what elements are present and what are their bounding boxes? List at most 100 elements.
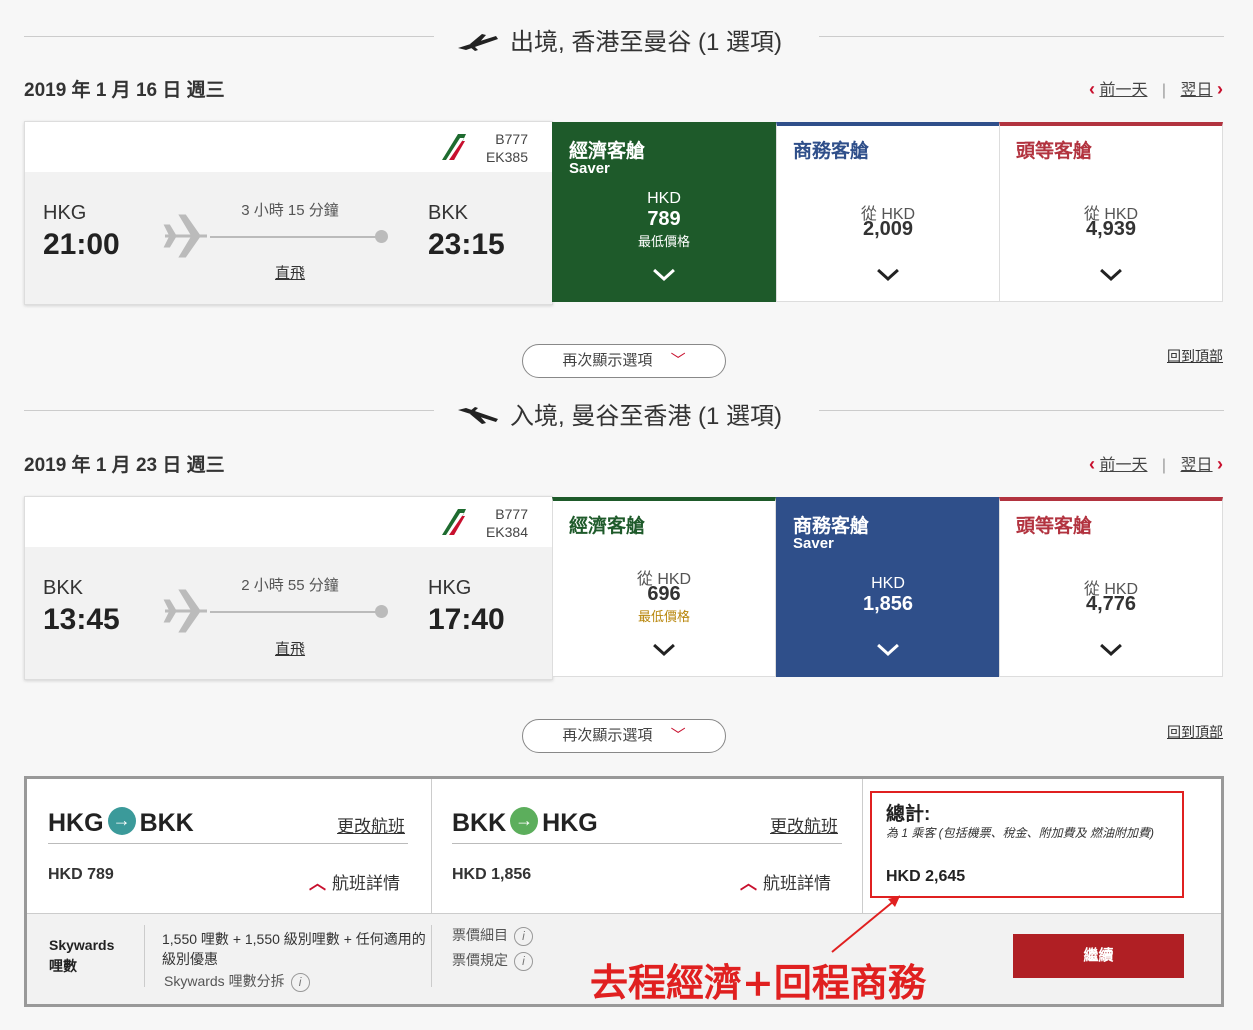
lowest-price-note: 最低價格 (637, 234, 690, 249)
chevron-left-icon[interactable]: ‹ (1089, 79, 1095, 99)
outbound-next-day-link[interactable]: 翌日 (1181, 82, 1213, 99)
chevron-left-icon[interactable]: ‹ (1089, 454, 1095, 474)
divider (48, 843, 408, 844)
inbound-next-day-link[interactable]: 翌日 (1181, 457, 1213, 474)
summary-inbound-pane: BKKHKG 更改航班 HKD 1,856 ︿航班詳情 (432, 779, 862, 913)
chevron-up-icon: ︿ (740, 874, 757, 893)
chevron-right-icon[interactable]: › (1217, 79, 1223, 99)
fare-class-label: 經濟客艙 (569, 516, 646, 537)
outbound-show-more-button[interactable]: 再次顯示選項 ﹀ (522, 344, 726, 378)
destination-code: HKG (428, 577, 472, 599)
inbound-heading: 入境, 曼谷至香港 (1 選項) (510, 403, 783, 430)
divider (144, 925, 145, 987)
destination-code: BKK (428, 202, 469, 224)
departure-time: 21:00 (43, 228, 120, 261)
chevron-down-icon (653, 643, 675, 656)
skywards-miles-text: 1,550 哩數 + 1,550 級別哩數 + 任何適用的級別優惠 (162, 931, 426, 967)
info-icon[interactable]: i (290, 973, 310, 992)
fare-breakdown-link[interactable]: 票價細目 i (452, 925, 533, 946)
divider (819, 36, 1224, 37)
plane-icon (163, 589, 207, 633)
annotation-text: 去程經濟+回程商務 (590, 960, 926, 1005)
fare-class-label: 商務客艙 (793, 516, 870, 537)
skywards-breakdown: Skywards 哩數分拆 i (164, 971, 310, 992)
divider (431, 925, 432, 987)
aircraft-type: B777 (495, 506, 528, 522)
lowest-price-note: 最低價格 (637, 609, 690, 624)
divider (452, 843, 842, 844)
outbound-business-fare[interactable]: 商務客艙 從 HKD 2,009 (776, 122, 1000, 302)
total-note: 為 1 乘客 (包括機票、稅金、附加費及 燃油附加費) (886, 826, 1155, 840)
chevron-down-icon (653, 268, 675, 281)
info-icon[interactable]: i (514, 952, 533, 971)
inbound-flight-card: B777 EK384 BKK 13:45 2 小時 55 分鐘 直飛 HKG 1… (24, 496, 553, 680)
chevron-down-icon: ﹀ (670, 727, 686, 744)
route-line (210, 611, 378, 613)
inbound-section-title: 入境, 曼谷至香港 (1 選項) (24, 396, 1224, 430)
route-line (210, 236, 378, 238)
inbound-first-fare[interactable]: 頭等客艙 從 HKD 4,776 (999, 497, 1223, 677)
outbound-prev-day-link[interactable]: 前一天 (1099, 82, 1147, 99)
flight-number: EK384 (485, 524, 528, 540)
fare-rules-link[interactable]: 票價規定 i (452, 950, 533, 971)
outbound-flight-details-toggle[interactable]: ︿ 航班詳情 (309, 869, 400, 894)
arrival-time: 17:40 (428, 603, 505, 636)
direct-flight-link[interactable]: 直飛 (275, 638, 305, 659)
outbound-day-nav: ‹ 前一天 | 翌日 › (1089, 79, 1223, 99)
inbound-flight-details-toggle[interactable]: ︿ 航班詳情 (740, 869, 831, 894)
departure-time: 13:45 (43, 603, 120, 636)
flight-duration: 2 小時 55 分鐘 (241, 577, 339, 594)
direct-flight-link[interactable]: 直飛 (275, 262, 305, 283)
outbound-first-fare[interactable]: 頭等客艙 從 HKD 4,939 (999, 122, 1223, 302)
summary-inbound-route: BKKHKG (452, 807, 598, 838)
landing-plane-icon (458, 407, 498, 424)
fare-currency: HKD (871, 575, 905, 592)
origin-code: BKK (43, 577, 84, 599)
fare-price: 4,776 (1085, 593, 1137, 615)
fare-price: 696 (647, 583, 681, 605)
chevron-down-icon (1100, 268, 1122, 281)
inbound-back-to-top-link[interactable]: 回到頂部 (1167, 722, 1223, 742)
route-end-dot (375, 230, 388, 243)
chevron-down-icon: ﹀ (670, 352, 686, 369)
fare-price: 1,856 (862, 593, 914, 615)
total-price: HKD 2,645 (886, 868, 966, 885)
fare-price: 2,009 (862, 218, 914, 240)
annotation-arrow (831, 895, 901, 953)
fare-currency: HKD (647, 190, 681, 207)
saver-badge: Saver (793, 535, 834, 552)
inbound-prev-day-link[interactable]: 前一天 (1099, 457, 1147, 474)
fare-price: 789 (647, 208, 681, 230)
chevron-down-icon (877, 643, 899, 656)
outbound-date: 2019 年 1 月 16 日 週三 (24, 80, 225, 101)
inbound-date: 2019 年 1 月 23 日 週三 (24, 455, 225, 476)
saver-badge: Saver (569, 160, 610, 177)
inbound-day-nav: ‹ 前一天 | 翌日 › (1089, 454, 1223, 474)
aircraft-type: B777 (495, 131, 528, 147)
inbound-business-fare[interactable]: 商務客艙 Saver HKD 1,856 (776, 497, 1000, 677)
inbound-show-more-button[interactable]: 再次顯示選項 ﹀ (522, 719, 726, 753)
arrow-right-icon (510, 807, 539, 835)
fare-class-label: 商務客艙 (793, 141, 870, 162)
change-outbound-flight-link[interactable]: 更改航班 (337, 812, 405, 837)
skywards-miles-label: Skywards 哩數 (49, 937, 115, 974)
outbound-economy-fare[interactable]: 經濟客艙 Saver HKD 789 最低價格 (552, 122, 776, 302)
arrow-right-icon (107, 807, 136, 835)
change-inbound-flight-link[interactable]: 更改航班 (770, 812, 838, 837)
divider (24, 36, 434, 37)
plane-icon (163, 214, 207, 258)
fare-class-label: 頭等客艙 (1016, 516, 1093, 537)
outbound-back-to-top-link[interactable]: 回到頂部 (1167, 346, 1223, 366)
arrival-time: 23:15 (428, 228, 505, 261)
airline-tailfin-icon (442, 134, 466, 160)
fare-class-label: 經濟客艙 (569, 141, 646, 162)
outbound-heading: 出境, 香港至曼谷 (1 選項) (510, 29, 783, 56)
route-end-dot (375, 605, 388, 618)
continue-button[interactable]: 繼續 (1013, 934, 1184, 978)
outbound-section-title: 出境, 香港至曼谷 (1 選項) (24, 22, 1224, 56)
inbound-economy-fare[interactable]: 經濟客艙 從 HKD 696 最低價格 (552, 497, 776, 677)
info-icon[interactable]: i (514, 927, 533, 946)
divider (24, 410, 434, 411)
chevron-right-icon[interactable]: › (1217, 454, 1223, 474)
divider (819, 410, 1224, 411)
